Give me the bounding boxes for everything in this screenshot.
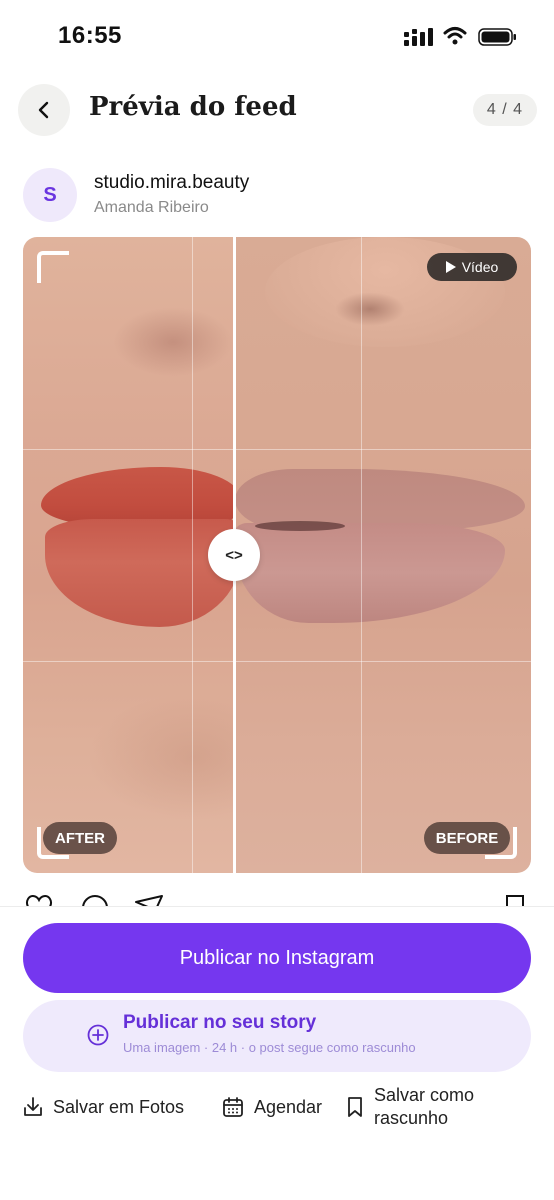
plus-circle-icon <box>87 1024 109 1046</box>
username: studio.mira.beauty <box>94 172 250 193</box>
after-image <box>23 237 241 873</box>
avatar: S <box>23 168 77 222</box>
save-draft-label-line2: rascunho <box>374 1108 449 1128</box>
comparison-slider-handle[interactable]: <> <box>208 529 260 581</box>
calendar-icon <box>223 1097 243 1117</box>
comment-icon[interactable] <box>80 894 110 906</box>
save-to-photos-label: Salvar em Fotos <box>53 1096 185 1117</box>
status-time: 16:55 <box>58 22 122 49</box>
author-name: Amanda Ribeiro <box>94 199 209 216</box>
video-badge-label: Vídeo <box>461 259 499 275</box>
before-label: BEFORE <box>424 822 510 854</box>
post-author: S studio.mira.beauty Amanda Ribeiro <box>0 165 554 225</box>
schedule-label: Agendar <box>254 1096 323 1117</box>
save-draft-label-line1: Salvar como <box>374 1085 475 1105</box>
after-label: AFTER <box>43 822 117 854</box>
story-title: Publicar no seu story <box>123 1012 317 1033</box>
battery-icon <box>478 28 516 46</box>
wifi-icon <box>443 27 467 45</box>
before-after-preview[interactable]: <> Vídeo AFTER BEFORE <box>23 237 531 873</box>
cellular-signal-icon <box>404 28 433 46</box>
story-subtitle: Uma imagem · 24 h · o post segue como ra… <box>123 1040 416 1055</box>
page-counter: 4 / 4 <box>473 94 537 126</box>
chevron-left-icon <box>38 101 49 119</box>
publish-instagram-button[interactable]: Publicar no Instagram <box>23 923 531 993</box>
download-icon <box>24 1097 42 1116</box>
status-bar: 16:55 <box>0 0 554 70</box>
play-icon <box>445 261 456 273</box>
publish-sheet: Publicar no Instagram Publicar no seu st… <box>0 906 554 1200</box>
save-to-photos-button[interactable]: Salvar em Fotos <box>23 1085 184 1129</box>
bookmark-icon[interactable] <box>504 894 526 906</box>
schedule-button[interactable]: Agendar <box>222 1085 322 1129</box>
bookmark-icon <box>348 1097 362 1117</box>
before-image <box>235 237 531 873</box>
share-icon[interactable] <box>134 894 164 906</box>
crop-corner-top-left <box>37 251 69 283</box>
video-badge: Vídeo <box>427 253 517 281</box>
page-title: Prévia do feed <box>89 92 297 122</box>
save-draft-button[interactable]: Salvar como rascunho <box>346 1085 474 1129</box>
top-bar: Prévia do feed 4 / 4 <box>0 82 554 138</box>
heart-icon[interactable] <box>24 894 54 906</box>
publish-story-button[interactable]: Publicar no seu story Uma imagem · 24 h … <box>23 1000 531 1072</box>
back-button[interactable] <box>18 84 70 136</box>
post-actions <box>0 892 554 906</box>
